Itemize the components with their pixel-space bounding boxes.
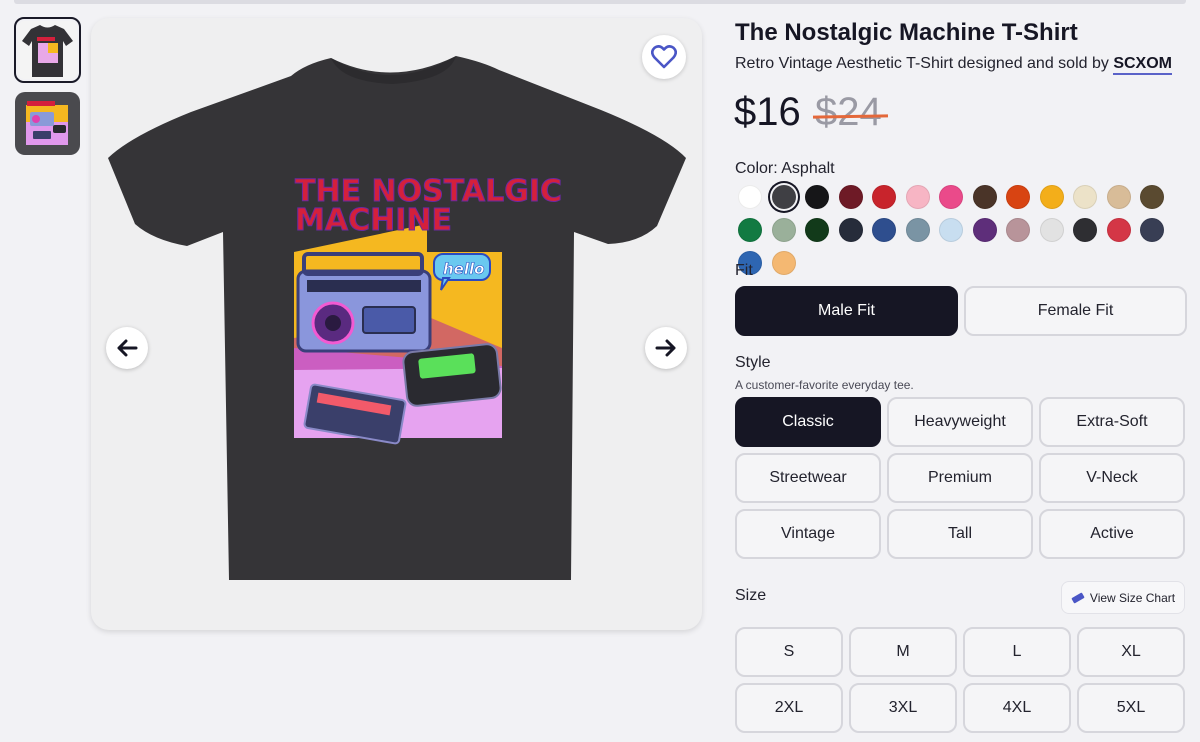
size-xl-button[interactable]: XL	[1077, 627, 1185, 677]
color-swatch[interactable]	[1106, 218, 1131, 242]
fit-male-fit-button[interactable]: Male Fit	[735, 286, 958, 336]
top-divider	[14, 0, 1186, 4]
product-description: Retro Vintage Aesthetic T-Shirt designed…	[735, 55, 1114, 72]
size-2xl-button[interactable]: 2XL	[735, 683, 843, 733]
color-swatches	[738, 185, 1188, 275]
artwork-title-line2: MACHINE	[295, 203, 452, 238]
tshirt-image: THE NOSTALGIC MACHINE hello	[108, 56, 686, 580]
size-label: Size	[735, 587, 767, 604]
color-swatch[interactable]	[1006, 185, 1030, 209]
heart-icon	[651, 45, 677, 69]
color-swatch[interactable]	[1140, 218, 1164, 242]
thumbnail-artwork-image	[26, 101, 68, 145]
product-image-gallery: THE NOSTALGIC MACHINE hello	[91, 18, 702, 630]
size-l-button[interactable]: L	[963, 627, 1071, 677]
color-label: Color: Asphalt	[735, 160, 835, 177]
view-size-chart-label: View Size Chart	[1089, 590, 1176, 605]
color-swatch[interactable]	[838, 185, 863, 209]
color-swatch[interactable]	[838, 218, 863, 242]
ruler-icon	[1071, 592, 1085, 603]
color-swatch[interactable]	[972, 185, 997, 209]
color-swatch[interactable]	[1073, 185, 1097, 209]
color-swatch[interactable]	[738, 185, 762, 209]
color-swatch[interactable]	[1039, 218, 1064, 242]
color-swatch[interactable]	[1073, 218, 1097, 242]
favorite-button[interactable]	[642, 35, 686, 79]
style-active-button[interactable]: Active	[1039, 509, 1185, 559]
thumbnail-shirt[interactable]	[14, 17, 81, 83]
color-swatch[interactable]	[1106, 185, 1131, 209]
size-s-button[interactable]: S	[735, 627, 843, 677]
color-swatch[interactable]	[905, 185, 930, 209]
style-label: Style	[735, 354, 771, 371]
previous-image-button[interactable]	[106, 327, 148, 369]
color-swatch[interactable]	[1039, 185, 1064, 209]
color-swatch[interactable]	[939, 185, 963, 209]
size-options: S M L XL 2XL 3XL 4XL 5XL	[735, 627, 1185, 733]
size-m-button[interactable]: M	[849, 627, 957, 677]
style-options: Classic Heavyweight Extra-Soft Streetwear Pr…	[735, 397, 1185, 559]
arrow-right-icon	[655, 339, 676, 357]
color-swatch[interactable]	[972, 218, 997, 242]
color-swatch[interactable]	[905, 218, 930, 242]
color-swatch[interactable]	[771, 218, 796, 242]
size-3xl-button[interactable]: 3XL	[849, 683, 957, 733]
style-classic-button[interactable]: Classic	[735, 397, 881, 447]
color-swatch[interactable]	[771, 251, 796, 275]
color-swatch[interactable]	[805, 185, 829, 209]
product-title: The Nostalgic Machine T-Shirt	[735, 19, 1078, 46]
style-vintage-button[interactable]: Vintage	[735, 509, 881, 559]
style-v-neck-button[interactable]: V-Neck	[1039, 453, 1185, 503]
style-tall-button[interactable]: Tall	[887, 509, 1033, 559]
current-price: $16	[734, 90, 801, 134]
color-swatch[interactable]	[872, 185, 896, 209]
view-size-chart-button[interactable]: View Size Chart	[1061, 581, 1185, 614]
size-5xl-button[interactable]: 5XL	[1077, 683, 1185, 733]
color-swatch[interactable]	[771, 185, 796, 209]
fit-label: Fit	[735, 262, 753, 279]
fit-female-fit-button[interactable]: Female Fit	[964, 286, 1187, 336]
style-description: A customer-favorite everyday tee.	[735, 378, 914, 392]
size-4xl-button[interactable]: 4XL	[963, 683, 1071, 733]
color-swatch[interactable]	[939, 218, 963, 242]
color-swatch[interactable]	[1140, 185, 1164, 209]
artwork-bubble-text: hello	[443, 260, 484, 278]
original-price: $24	[815, 90, 882, 134]
style-extra-soft-button[interactable]: Extra-Soft	[1039, 397, 1185, 447]
thumbnail-shirt-image	[22, 25, 73, 77]
fit-options: Male Fit Female Fit	[735, 286, 1187, 336]
style-premium-button[interactable]: Premium	[887, 453, 1033, 503]
color-swatch[interactable]	[872, 218, 896, 242]
next-image-button[interactable]	[645, 327, 687, 369]
color-swatch[interactable]	[805, 218, 829, 242]
arrow-left-icon	[117, 339, 138, 357]
color-swatch[interactable]	[738, 218, 762, 242]
seller-link[interactable]: SCXOM	[1113, 55, 1172, 75]
product-subtitle: Retro Vintage Aesthetic T-Shirt designed…	[735, 55, 1172, 75]
style-heavyweight-button[interactable]: Heavyweight	[887, 397, 1033, 447]
thumbnail-artwork[interactable]	[15, 92, 80, 155]
color-swatch[interactable]	[1006, 218, 1030, 242]
style-streetwear-button[interactable]: Streetwear	[735, 453, 881, 503]
